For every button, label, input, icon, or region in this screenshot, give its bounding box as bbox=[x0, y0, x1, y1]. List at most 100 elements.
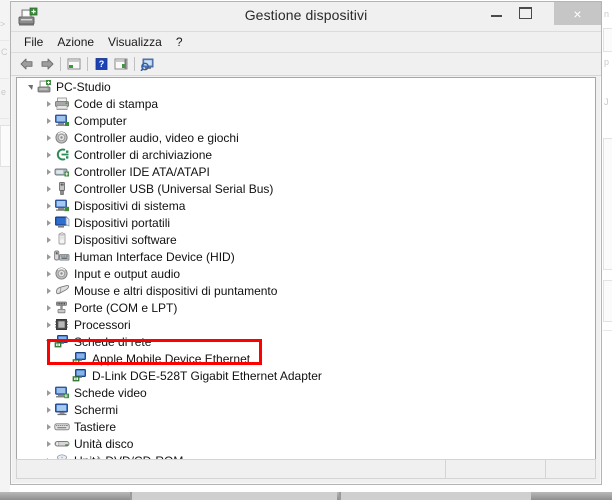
tree-item[interactable]: Dispositivi di sistema bbox=[17, 197, 595, 214]
tree-item[interactable]: Code di stampa bbox=[17, 95, 595, 112]
computer-icon bbox=[54, 113, 70, 128]
chevron-right-icon bbox=[46, 151, 51, 158]
tree-item[interactable]: Schermi bbox=[17, 401, 595, 418]
menu-azione[interactable]: Azione bbox=[50, 34, 101, 50]
device-tree-pane[interactable]: PC-Studio Code di stampa Computer Controlle… bbox=[16, 77, 596, 461]
collapse-arrow-icon[interactable] bbox=[43, 149, 54, 160]
hid-icon bbox=[54, 249, 70, 264]
svg-text:?: ? bbox=[99, 59, 105, 69]
forward-button[interactable] bbox=[37, 55, 57, 73]
background-panel bbox=[603, 138, 612, 270]
tree-item[interactable]: Controller audio, video e giochi bbox=[17, 129, 595, 146]
help-button[interactable]: ? bbox=[91, 55, 111, 73]
computer-root-icon bbox=[36, 79, 52, 94]
menu-file[interactable]: File bbox=[17, 34, 50, 50]
status-panel-third bbox=[546, 460, 595, 478]
collapse-arrow-icon[interactable] bbox=[43, 404, 54, 415]
tree-item[interactable]: Mouse e altri dispositivi di puntamento bbox=[17, 282, 595, 299]
tree-item-label: Tastiere bbox=[74, 419, 117, 434]
collapse-arrow-icon[interactable] bbox=[43, 285, 54, 296]
chevron-right-icon bbox=[46, 236, 51, 243]
tree-item-label: PC-Studio bbox=[56, 79, 111, 94]
tree-item-label: Porte (COM e LPT) bbox=[74, 300, 178, 315]
tree-item[interactable]: Apple Mobile Device Ethernet bbox=[17, 350, 595, 367]
chevron-right-icon bbox=[46, 100, 51, 107]
collapse-arrow-icon[interactable] bbox=[43, 319, 54, 330]
background-glyph: C bbox=[1, 47, 8, 57]
tree-root-item[interactable]: PC-Studio bbox=[17, 78, 595, 95]
minimize-button[interactable] bbox=[482, 2, 511, 24]
device-manager-window: Gestione dispositivi × File Azione Visua… bbox=[10, 1, 602, 485]
status-bar bbox=[16, 459, 596, 479]
disk-drive-icon bbox=[54, 436, 70, 451]
menu-help[interactable]: ? bbox=[169, 34, 190, 50]
background-left-strip bbox=[0, 0, 10, 500]
expand-arrow-icon[interactable] bbox=[25, 81, 36, 92]
chevron-right-icon bbox=[46, 253, 51, 260]
network-device-icon bbox=[72, 368, 88, 383]
collapse-arrow-icon[interactable] bbox=[43, 302, 54, 313]
tree-item[interactable]: Schede video bbox=[17, 384, 595, 401]
scan-button[interactable] bbox=[111, 55, 131, 73]
collapse-arrow-icon[interactable] bbox=[43, 166, 54, 177]
tree-item-label: Schede video bbox=[74, 385, 147, 400]
menu-visualizza[interactable]: Visualizza bbox=[101, 34, 169, 50]
collapse-arrow-icon[interactable] bbox=[43, 200, 54, 211]
collapse-arrow-icon[interactable] bbox=[43, 115, 54, 126]
system-device-icon bbox=[54, 198, 70, 213]
tree-item-label: Code di stampa bbox=[74, 96, 159, 111]
tree-item[interactable]: Dispositivi software bbox=[17, 231, 595, 248]
tree-item-label: Schede di rete bbox=[74, 334, 152, 349]
chevron-right-icon bbox=[46, 202, 51, 209]
maximize-button[interactable] bbox=[511, 2, 540, 24]
tree-item[interactable]: Controller di archiviazione bbox=[17, 146, 595, 163]
tree-item-label: Controller IDE ATA/ATAPI bbox=[74, 164, 210, 179]
collapse-arrow-icon[interactable] bbox=[43, 438, 54, 449]
tree-item-label: Dispositivi software bbox=[74, 232, 177, 247]
tree-item-label: Processori bbox=[74, 317, 131, 332]
properties-button[interactable] bbox=[64, 55, 84, 73]
collapse-arrow-icon[interactable] bbox=[43, 268, 54, 279]
tree-item[interactable]: Human Interface Device (HID) bbox=[17, 248, 595, 265]
usb-icon bbox=[54, 181, 70, 196]
background-glyph: > bbox=[0, 19, 6, 29]
minimize-icon bbox=[491, 15, 502, 17]
tree-item-label: Controller di archiviazione bbox=[74, 147, 213, 162]
twisty-placeholder bbox=[61, 370, 72, 381]
tree-item-label: Controller audio, video e giochi bbox=[74, 130, 239, 145]
tree-item-label: Mouse e altri dispositivi di puntamento bbox=[74, 283, 278, 298]
tree-item[interactable]: Unità disco bbox=[17, 435, 595, 452]
collapse-arrow-icon[interactable] bbox=[43, 217, 54, 228]
processor-icon bbox=[54, 317, 70, 332]
collapse-arrow-icon[interactable] bbox=[43, 98, 54, 109]
expand-arrow-icon[interactable] bbox=[43, 336, 54, 347]
tree-item[interactable]: Computer bbox=[17, 112, 595, 129]
tree-item-label: Input e output audio bbox=[74, 266, 181, 281]
collapse-arrow-icon[interactable] bbox=[43, 183, 54, 194]
tree-item[interactable]: Processori bbox=[17, 316, 595, 333]
tree-item[interactable]: Input e output audio bbox=[17, 265, 595, 282]
close-button[interactable]: × bbox=[554, 2, 601, 25]
background-line bbox=[603, 330, 612, 331]
toolbar-separator bbox=[60, 57, 61, 71]
tree-item[interactable]: Dispositivi portatili bbox=[17, 214, 595, 231]
chevron-down-icon bbox=[28, 85, 33, 90]
tree-item[interactable]: Tastiere bbox=[17, 418, 595, 435]
tree-item[interactable]: Controller USB (Universal Serial Bus) bbox=[17, 180, 595, 197]
collapse-arrow-icon[interactable] bbox=[43, 421, 54, 432]
tree-item[interactable]: Schede di rete bbox=[17, 333, 595, 350]
collapse-arrow-icon[interactable] bbox=[43, 387, 54, 398]
back-button[interactable] bbox=[17, 55, 37, 73]
background-glyph: J bbox=[604, 97, 609, 107]
collapse-arrow-icon[interactable] bbox=[43, 234, 54, 245]
tree-item[interactable]: Porte (COM e LPT) bbox=[17, 299, 595, 316]
collapse-arrow-icon[interactable] bbox=[43, 251, 54, 262]
taskbar-item[interactable] bbox=[341, 492, 531, 500]
taskbar-item[interactable] bbox=[132, 492, 337, 500]
tree-item[interactable]: D-Link DGE-528T Gigabit Ethernet Adapter bbox=[17, 367, 595, 384]
close-icon: × bbox=[573, 5, 582, 22]
update-driver-button[interactable] bbox=[138, 55, 158, 73]
tree-item[interactable]: Controller IDE ATA/ATAPI bbox=[17, 163, 595, 180]
collapse-arrow-icon[interactable] bbox=[43, 132, 54, 143]
tree-item-label: Dispositivi di sistema bbox=[74, 198, 186, 213]
